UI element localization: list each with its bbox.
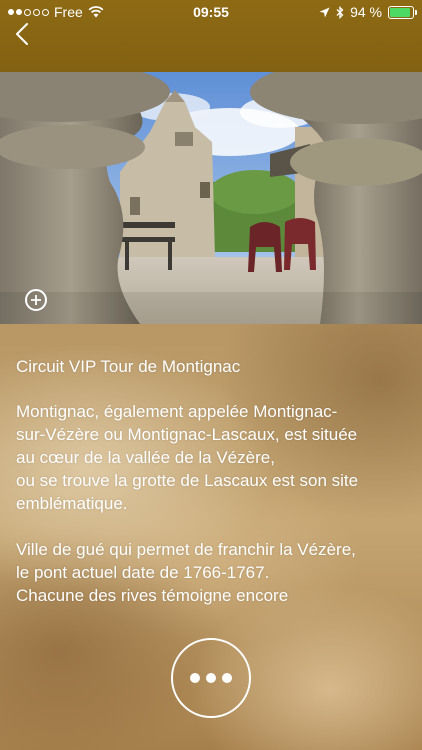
montignac-photo xyxy=(0,72,422,324)
chevron-left-icon[interactable] xyxy=(12,22,36,46)
battery-percent: 94 % xyxy=(350,4,382,20)
ellipsis-dot xyxy=(222,673,232,683)
location-arrow-icon xyxy=(319,7,330,17)
description-paragraph-1: Montignac, également appelée Montignac- … xyxy=(16,402,359,513)
tour-title: Circuit VIP Tour de Montignac xyxy=(16,357,241,376)
ellipsis-dot xyxy=(206,673,216,683)
description-paragraph-2: Ville de gué qui permet de franchir la V… xyxy=(16,540,356,605)
bluetooth-icon xyxy=(336,5,344,19)
ellipsis-dot xyxy=(190,673,200,683)
status-bar: Free 09:55 94 % xyxy=(0,0,422,24)
top-bar: Free 09:55 94 % xyxy=(0,0,422,72)
description-panel: Circuit VIP Tour de Montignac Montignac,… xyxy=(16,355,412,607)
plus-circle-icon[interactable] xyxy=(25,289,47,311)
more-button[interactable] xyxy=(171,638,251,718)
battery-icon xyxy=(388,5,417,19)
hero-photo[interactable] xyxy=(0,72,422,324)
